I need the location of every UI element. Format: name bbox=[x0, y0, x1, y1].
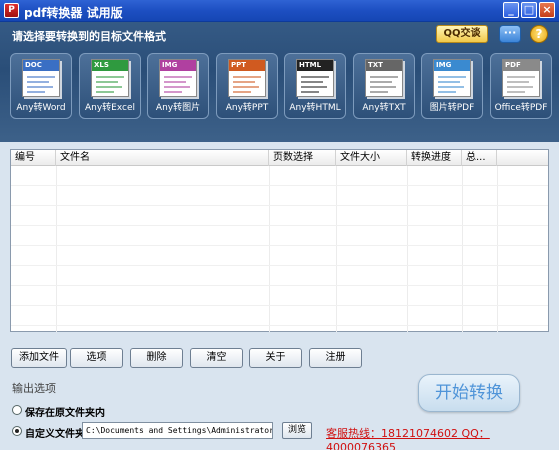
col-pages[interactable]: 页数选择 bbox=[269, 150, 336, 166]
convert-tool-button[interactable]: XLS Any转Excel bbox=[79, 53, 141, 119]
convert-tool-button[interactable]: IMG 图片转PDF bbox=[421, 53, 483, 119]
doc-preview bbox=[301, 74, 329, 94]
app-icon: P bbox=[4, 3, 19, 18]
grid-line bbox=[56, 166, 57, 332]
txt-icon: TXT bbox=[365, 59, 403, 97]
image-to-pdf-icon: IMG bbox=[433, 59, 471, 97]
doc-preview bbox=[27, 74, 55, 94]
image-icon: IMG bbox=[159, 59, 197, 97]
delete-button[interactable]: 删除 bbox=[130, 348, 183, 368]
add-file-button[interactable]: 添加文件 bbox=[11, 348, 67, 368]
minimize-button[interactable]: _ bbox=[503, 2, 519, 18]
col-filename[interactable]: 文件名 bbox=[56, 150, 269, 166]
html-icon: HTML bbox=[296, 59, 334, 97]
doc-preview bbox=[233, 74, 261, 94]
ppt-slide-icon: PPT bbox=[228, 59, 266, 97]
convert-tool-button[interactable]: TXT Any转TXT bbox=[353, 53, 415, 119]
tool-label: Any转TXT bbox=[362, 103, 406, 113]
grid-line bbox=[407, 166, 408, 332]
tool-label: Office转PDF bbox=[494, 103, 548, 113]
chat-icon[interactable]: ··· bbox=[499, 25, 521, 43]
help-icon[interactable]: ? bbox=[530, 25, 548, 43]
col-total[interactable]: 总... bbox=[462, 150, 497, 166]
format-prompt: 请选择要转换到的目标文件格式 bbox=[12, 30, 166, 43]
grid-line bbox=[11, 325, 548, 326]
save-original-label[interactable]: 保存在原文件夹内 bbox=[25, 404, 105, 419]
clear-button[interactable]: 清空 bbox=[190, 348, 243, 368]
custom-folder-radio[interactable] bbox=[12, 426, 22, 436]
format-panel: 请选择要转换到的目标文件格式 QQ交谈 ··· ? DOC Any转Word XLS… bbox=[0, 22, 559, 142]
doc-preview bbox=[438, 74, 466, 94]
col-size[interactable]: 文件大小 bbox=[336, 150, 407, 166]
grid-line bbox=[11, 305, 548, 306]
about-button[interactable]: 关于 bbox=[249, 348, 302, 368]
format-tag: DOC bbox=[23, 60, 59, 71]
grid-line bbox=[11, 205, 548, 206]
convert-tool-button[interactable]: HTML Any转HTML bbox=[284, 53, 346, 119]
close-button[interactable]: × bbox=[539, 2, 555, 18]
grid-line bbox=[497, 166, 498, 332]
output-options-label: 输出选项 bbox=[12, 382, 56, 395]
pdf-icon: PDF bbox=[502, 59, 540, 97]
excel-chart-icon: XLS bbox=[91, 59, 129, 97]
tool-label: Any转PPT bbox=[225, 103, 269, 113]
window-title: pdf转换器 试用版 bbox=[24, 6, 123, 20]
grid-line bbox=[336, 166, 337, 332]
doc-preview bbox=[164, 74, 192, 94]
word-doc-icon: DOC bbox=[22, 59, 60, 97]
format-tag: HTML bbox=[297, 60, 333, 71]
grid-line bbox=[11, 265, 548, 266]
convert-tool-button[interactable]: PDF Office转PDF bbox=[490, 53, 552, 119]
tool-label: Any转Excel bbox=[84, 103, 136, 113]
register-button[interactable]: 注册 bbox=[309, 348, 362, 368]
col-progress[interactable]: 转换进度 bbox=[407, 150, 462, 166]
grid-line bbox=[462, 166, 463, 332]
format-tag: XLS bbox=[92, 60, 128, 71]
format-tag: PPT bbox=[229, 60, 265, 71]
custom-folder-label[interactable]: 自定义文件夹 bbox=[25, 425, 85, 440]
tool-label: 图片转PDF bbox=[429, 103, 475, 113]
grid-line bbox=[11, 245, 548, 246]
format-tag: IMG bbox=[434, 60, 470, 71]
format-tag: PDF bbox=[503, 60, 539, 71]
grid-line bbox=[269, 166, 270, 332]
file-table[interactable]: 编号 文件名 页数选择 文件大小 转换进度 总... bbox=[10, 149, 549, 332]
grid-line bbox=[11, 285, 548, 286]
tool-label: Any转Word bbox=[16, 103, 66, 113]
format-tag: IMG bbox=[160, 60, 196, 71]
tool-label: Any转图片 bbox=[155, 103, 201, 113]
table-header: 编号 文件名 页数选择 文件大小 转换进度 总... bbox=[11, 150, 548, 166]
convert-tool-button[interactable]: DOC Any转Word bbox=[10, 53, 72, 119]
output-path-field[interactable]: C:\Documents and Settings\Administrator\… bbox=[82, 422, 273, 439]
options-button[interactable]: 选项 bbox=[70, 348, 123, 368]
save-original-radio[interactable] bbox=[12, 405, 22, 415]
col-index[interactable]: 编号 bbox=[11, 150, 56, 166]
title-bar: P pdf转换器 试用版 _ □ × bbox=[0, 0, 559, 22]
grid-line bbox=[11, 225, 548, 226]
convert-tool-button[interactable]: PPT Any转PPT bbox=[216, 53, 278, 119]
maximize-button[interactable]: □ bbox=[521, 2, 537, 18]
qq-chat-button[interactable]: QQ交谈 bbox=[436, 25, 488, 43]
browse-button[interactable]: 浏览 bbox=[282, 422, 312, 439]
doc-preview bbox=[370, 74, 398, 94]
start-convert-button[interactable]: 开始转换 bbox=[418, 374, 520, 412]
grid-line bbox=[11, 185, 548, 186]
support-hotline-link[interactable]: 客服热线：18121074602 QQ：4000076365 bbox=[326, 425, 559, 450]
convert-tool-button[interactable]: IMG Any转图片 bbox=[147, 53, 209, 119]
doc-preview bbox=[96, 74, 124, 94]
doc-preview bbox=[507, 74, 535, 94]
tool-label: Any转HTML bbox=[289, 103, 341, 113]
format-tag: TXT bbox=[366, 60, 402, 71]
